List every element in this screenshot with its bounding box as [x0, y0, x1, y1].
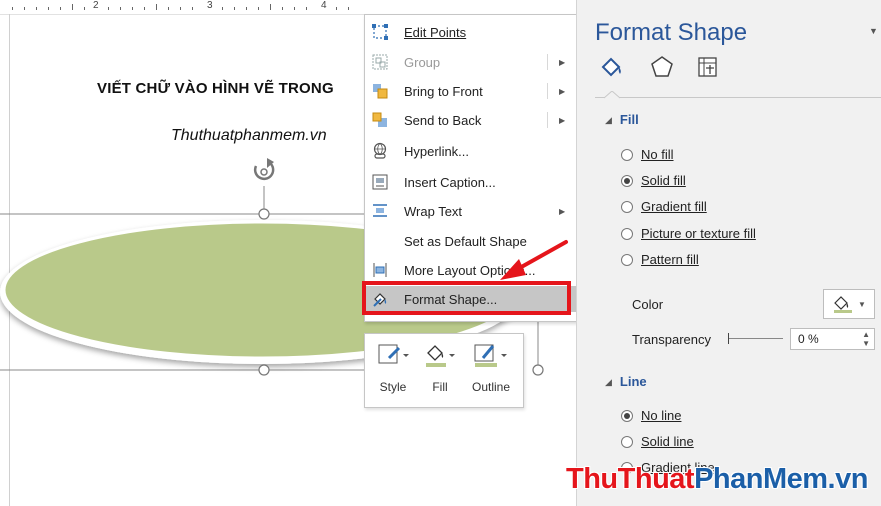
section-title: Line	[619, 374, 647, 389]
option-label: Pattern fill	[641, 252, 699, 267]
fill-bucket-icon	[417, 340, 463, 370]
fill-section-header[interactable]: ◢ Fill	[605, 112, 639, 127]
menu-label: Hyperlink...	[404, 143, 470, 159]
transparency-slider-track[interactable]	[728, 338, 783, 339]
radio-button[interactable]	[621, 409, 633, 422]
resize-handle-top[interactable]	[258, 208, 270, 220]
line-option-no-line[interactable]: No line	[621, 408, 681, 423]
fill-option-gradient-fill[interactable]: Gradient fill	[621, 199, 707, 214]
menu-item-set-default-shape[interactable]: Set as Default Shape	[365, 228, 577, 254]
color-label: Color	[632, 297, 664, 312]
menu-item-group[interactable]: Group ▶	[365, 49, 577, 75]
option-label: Picture or texture fill	[641, 226, 756, 241]
layout-properties-tab-icon[interactable]	[693, 53, 721, 81]
option-label: No fill	[641, 147, 674, 162]
rotate-icon[interactable]	[253, 158, 275, 181]
shape-style-icon	[370, 340, 416, 370]
mini-toolbar: Style Fill Outline	[364, 333, 524, 408]
tab-divider	[595, 97, 881, 98]
menu-label: Send to Back	[404, 112, 482, 128]
transparency-slider-thumb[interactable]	[728, 333, 729, 344]
fill-label: Fill	[432, 380, 448, 394]
fill-option-no-fill[interactable]: No fill	[621, 147, 674, 162]
format-shape-pane: Format Shape ▼ ◢ Fill No fill Solid fill …	[576, 0, 881, 506]
context-menu: Edit Points Group ▶ Bring to Front ▶ Sen…	[364, 14, 578, 322]
resize-handle-bottom-right[interactable]	[532, 364, 544, 376]
line-option-solid-line[interactable]: Solid line	[621, 434, 694, 449]
menu-item-send-to-back[interactable]: Send to Back ▶	[365, 107, 577, 133]
submenu-arrow-icon: ▶	[559, 57, 566, 67]
option-label: No line	[641, 408, 682, 423]
menu-label: Bring to Front	[404, 83, 483, 99]
fill-option-solid-fill[interactable]: Solid fill	[621, 173, 686, 188]
submenu-divider	[547, 83, 548, 99]
menu-label: Wrap Text	[404, 203, 463, 219]
outline-pen-icon	[468, 340, 514, 370]
menu-label: Insert Caption...	[404, 174, 496, 190]
pane-options-icon[interactable]: ▼	[869, 26, 878, 36]
option-label: Gradient fill	[641, 199, 707, 214]
expand-caret-icon: ◢	[605, 377, 612, 387]
watermark-part-2: PhanMem.vn	[694, 463, 868, 495]
group-icon	[371, 53, 389, 71]
watermark-part-1: ThuThuat	[566, 463, 695, 495]
transparency-value: 0 %	[798, 332, 819, 346]
menu-label: Set as Default Shape	[404, 233, 527, 249]
submenu-arrow-icon: ▶	[559, 115, 566, 125]
submenu-divider	[547, 112, 548, 128]
radio-button[interactable]	[621, 253, 633, 266]
watermark-logo: ThuThuatPhanMem.vn	[566, 463, 868, 496]
highlight-box	[362, 281, 571, 315]
fill-line-tab-icon[interactable]	[599, 53, 627, 81]
submenu-arrow-icon: ▶	[559, 86, 566, 96]
dropdown-arrow-icon: ▼	[858, 299, 866, 309]
menu-item-edit-points[interactable]: Edit Points	[365, 19, 577, 45]
transparency-label: Transparency	[632, 332, 711, 347]
style-label: Style	[379, 380, 407, 394]
more-layout-icon	[371, 261, 389, 279]
effects-tab-icon[interactable]	[648, 53, 676, 81]
menu-item-more-layout-options[interactable]: More Layout Options...	[365, 257, 577, 283]
section-title: Fill	[619, 112, 639, 127]
radio-button[interactable]	[621, 435, 633, 448]
resize-handle-bottom[interactable]	[258, 364, 270, 376]
active-tab-marker	[604, 91, 620, 99]
menu-item-insert-caption[interactable]: Insert Caption...	[365, 169, 577, 195]
fill-button[interactable]: Fill	[417, 340, 463, 402]
submenu-arrow-icon: ▶	[559, 206, 566, 216]
expand-caret-icon: ◢	[605, 115, 612, 125]
radio-button[interactable]	[621, 174, 633, 187]
menu-label: Edit Points	[404, 24, 467, 40]
fill-option-picture-texture[interactable]: Picture or texture fill	[621, 226, 756, 241]
menu-item-hyperlink[interactable]: Hyperlink...	[365, 138, 577, 164]
menu-label: Group	[404, 54, 441, 70]
pane-title: Format Shape	[595, 19, 748, 46]
send-to-back-icon	[371, 111, 389, 129]
wrap-text-icon	[371, 202, 389, 220]
insert-caption-icon	[371, 173, 389, 191]
style-button[interactable]: Style	[370, 340, 416, 402]
radio-button[interactable]	[621, 227, 633, 240]
outline-label: Outline	[471, 380, 511, 394]
menu-item-bring-to-front[interactable]: Bring to Front ▶	[365, 78, 577, 104]
option-label: Solid line	[641, 434, 694, 449]
bring-to-front-icon	[371, 82, 389, 100]
radio-button[interactable]	[621, 200, 633, 213]
menu-label: More Layout Options...	[404, 262, 536, 278]
option-label: Solid fill	[641, 173, 686, 188]
fill-option-pattern-fill[interactable]: Pattern fill	[621, 252, 699, 267]
color-picker-button[interactable]: ▼	[823, 289, 875, 319]
outline-button[interactable]: Outline	[468, 340, 514, 402]
hyperlink-icon	[371, 142, 389, 160]
line-section-header[interactable]: ◢ Line	[605, 374, 647, 389]
submenu-divider	[547, 54, 548, 70]
radio-button[interactable]	[621, 148, 633, 161]
menu-item-wrap-text[interactable]: Wrap Text ▶	[365, 198, 577, 224]
edit-points-icon	[371, 23, 389, 41]
transparency-input[interactable]: 0 % ▲ ▼	[790, 328, 875, 350]
fill-bucket-icon	[834, 296, 853, 313]
spinner-arrows-icon[interactable]: ▲ ▼	[862, 330, 870, 348]
